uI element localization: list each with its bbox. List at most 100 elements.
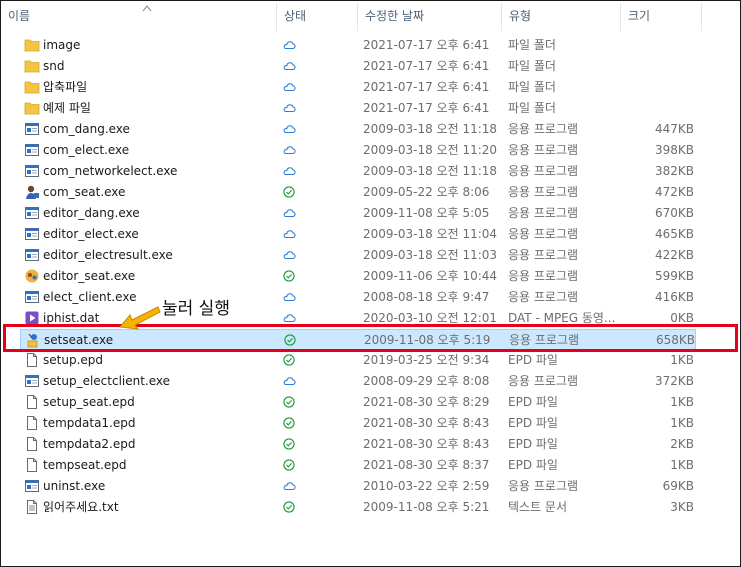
file-icon: [27, 395, 37, 409]
file-row[interactable]: com_seat.exe 2009-05-22 오후 8:06 응용 프로그램 472…: [20, 182, 696, 203]
file-type: 응용 프로그램: [508, 290, 579, 304]
file-name: snd: [43, 59, 65, 73]
file-row[interactable]: uninst.exe 2010-03-22 오후 2:59 응용 프로그램 69KB: [20, 476, 696, 497]
synced-check-icon: [283, 501, 295, 513]
cloud-status-icon: [283, 251, 296, 260]
file-row[interactable]: editor_dang.exe 2009-11-08 오후 5:05 응용 프로그램…: [20, 203, 696, 224]
file-size: 416KB: [654, 290, 694, 304]
file-size: 372KB: [654, 374, 694, 388]
application-icon: [25, 144, 39, 156]
file-row[interactable]: tempdata1.epd 2021-08-30 오후 8:43 EPD 파일 1KB: [20, 413, 696, 434]
file-type: 응용 프로그램: [508, 248, 579, 262]
cloud-status-icon: [283, 125, 296, 134]
file-type: 응용 프로그램: [508, 185, 579, 199]
synced-check-icon: [283, 354, 295, 366]
file-size: 670KB: [654, 206, 694, 220]
column-header-size[interactable]: 크기: [621, 1, 701, 31]
file-type: EPD 파일: [508, 458, 558, 472]
file-row[interactable]: 압축파일 2021-07-17 오후 6:41 파일 폴더: [20, 77, 696, 98]
file-modified-date: 2021-08-30 오후 8:43: [363, 416, 490, 430]
application-icon: [25, 249, 39, 261]
file-row[interactable]: editor_elect.exe 2009-03-18 오전 11:04 응용 프로…: [20, 224, 696, 245]
file-icon: [27, 437, 37, 451]
folder-icon: [24, 102, 40, 115]
file-modified-date: 2021-07-17 오후 6:41: [363, 59, 490, 73]
file-modified-date: 2009-03-18 오전 11:04: [363, 227, 498, 241]
file-size: [615, 35, 694, 56]
column-header-name[interactable]: 이름: [1, 1, 276, 31]
file-row[interactable]: com_elect.exe 2009-03-18 오전 11:20 응용 프로그램 3…: [20, 140, 696, 161]
file-row[interactable]: tempdata2.epd 2021-08-30 오후 8:43 EPD 파일 2KB: [20, 434, 696, 455]
file-size: [615, 77, 694, 98]
column-divider[interactable]: [701, 3, 702, 31]
synced-check-icon: [283, 186, 295, 198]
file-type: 파일 폴더: [508, 101, 556, 115]
file-row[interactable]: 읽어주세요.txt 2009-11-08 오후 5:21 텍스트 문서 3KB: [20, 497, 696, 518]
file-name: setup_seat.epd: [43, 395, 135, 409]
file-type: 응용 프로그램: [508, 227, 579, 241]
file-size: 1KB: [670, 353, 694, 367]
file-modified-date: 2021-08-30 오후 8:43: [363, 437, 490, 451]
file-modified-date: 2008-09-29 오후 8:08: [363, 374, 490, 388]
folder-icon: [24, 39, 40, 52]
file-size: 447KB: [654, 122, 694, 136]
synced-check-icon: [283, 270, 295, 282]
file-size: [615, 56, 694, 77]
file-modified-date: 2009-11-06 오후 10:44: [363, 269, 498, 283]
file-modified-date: 2009-05-22 오후 8:06: [363, 185, 490, 199]
cloud-status-icon: [283, 104, 296, 113]
cloud-status-icon: [283, 209, 296, 218]
column-size-label: 크기: [628, 9, 651, 23]
column-name-label: 이름: [8, 9, 31, 23]
file-name: tempseat.epd: [43, 458, 127, 472]
file-type: EPD 파일: [508, 437, 558, 451]
file-modified-date: 2009-03-18 오전 11:18: [363, 122, 498, 136]
file-row[interactable]: setup.epd 2019-03-25 오전 9:34 EPD 파일 1KB: [20, 350, 696, 371]
application-icon: [25, 207, 39, 219]
sort-ascending-icon: [142, 5, 152, 12]
file-modified-date: 2009-03-18 오전 11:18: [363, 164, 498, 178]
file-modified-date: 2008-08-18 오후 9:47: [363, 290, 490, 304]
file-size: 69KB: [662, 479, 694, 493]
synced-check-icon: [283, 396, 295, 408]
cloud-status-icon: [283, 167, 296, 176]
file-size: 1KB: [670, 458, 694, 472]
file-row[interactable]: 예제 파일 2021-07-17 오후 6:41 파일 폴더: [20, 98, 696, 119]
file-size: 382KB: [654, 164, 694, 178]
file-name: tempdata1.epd: [43, 416, 136, 430]
file-row[interactable]: image 2021-07-17 오후 6:41 파일 폴더: [20, 35, 696, 56]
file-type: 파일 폴더: [508, 38, 556, 52]
file-name: 압축파일: [43, 80, 88, 94]
synced-check-icon: [283, 459, 295, 471]
column-header-type[interactable]: 유형: [502, 1, 620, 31]
column-header-status[interactable]: 상태: [277, 1, 357, 31]
file-size: 472KB: [654, 185, 694, 199]
file-row[interactable]: com_networkelect.exe 2009-03-18 오전 11:18 응…: [20, 161, 696, 182]
cloud-status-icon: [283, 83, 296, 92]
file-size: 422KB: [654, 248, 694, 262]
file-row[interactable]: snd 2021-07-17 오후 6:41 파일 폴더: [20, 56, 696, 77]
file-size: 1KB: [670, 395, 694, 409]
file-row[interactable]: setup_seat.epd 2021-08-30 오후 8:29 EPD 파일 1K…: [20, 392, 696, 413]
file-row[interactable]: tempseat.epd 2021-08-30 오후 8:37 EPD 파일 1KB: [20, 455, 696, 476]
file-row[interactable]: setup_electclient.exe 2008-09-29 오후 8:08 응…: [20, 371, 696, 392]
file-name: editor_electresult.exe: [43, 248, 173, 262]
file-row[interactable]: com_dang.exe 2009-03-18 오전 11:18 응용 프로그램 44…: [20, 119, 696, 140]
file-modified-date: 2021-08-30 오후 8:37: [363, 458, 490, 472]
application-icon: [25, 123, 39, 135]
synced-check-icon: [283, 417, 295, 429]
file-row[interactable]: editor_seat.exe 2009-11-06 오후 10:44 응용 프로그…: [20, 266, 696, 287]
file-modified-date: 2019-03-25 오전 9:34: [363, 353, 490, 367]
file-size: 599KB: [654, 269, 694, 283]
file-row[interactable]: editor_electresult.exe 2009-03-18 오전 11:0…: [20, 245, 696, 266]
seat-app-icon: [26, 185, 39, 199]
cloud-status-icon: [283, 482, 296, 491]
file-name: image: [43, 38, 81, 52]
application-icon: [25, 165, 39, 177]
highlight-box: [3, 324, 738, 352]
editor-seat-icon: [25, 269, 39, 283]
application-icon: [25, 480, 39, 492]
cloud-status-icon: [283, 41, 296, 50]
file-type: 응용 프로그램: [508, 479, 579, 493]
column-header-modified[interactable]: 수정한 날짜: [358, 1, 501, 31]
